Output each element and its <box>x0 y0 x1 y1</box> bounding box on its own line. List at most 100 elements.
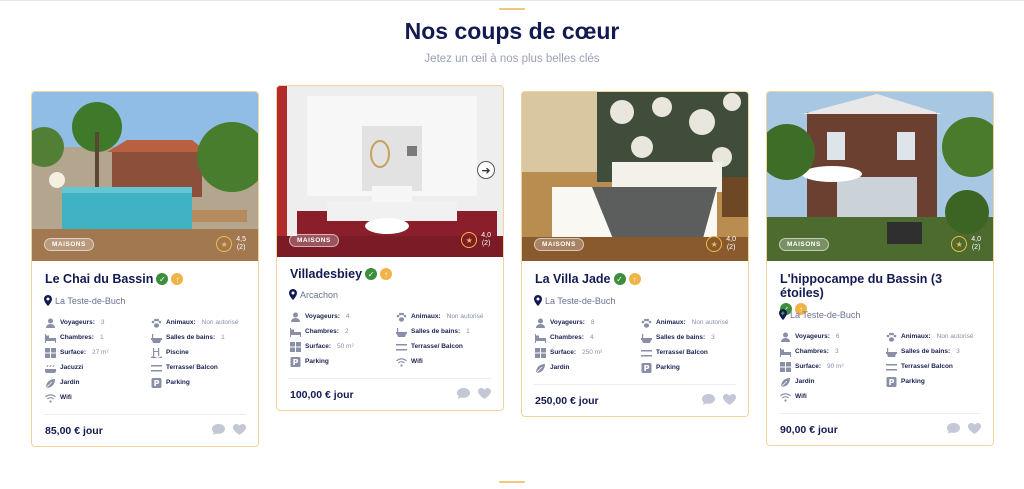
property-title[interactable]: Villadesbiey <box>290 267 362 281</box>
feature-value: 4 <box>589 334 594 341</box>
feature-label: Voyageurs: <box>795 333 830 340</box>
feature-label: Parking <box>305 358 329 365</box>
property-photo[interactable]: MAISONS ★ 4,0 (2) <box>522 92 748 261</box>
property-card[interactable]: MAISONS ★ 4,0 (2) La Villa Jade ✓ ↑ La Te… <box>521 91 749 417</box>
verified-check-icon: ✓ <box>156 273 169 285</box>
feature-value: 50 m² <box>337 343 354 350</box>
location-text: La Teste-de-Buch <box>545 295 616 306</box>
heart-icon[interactable] <box>478 388 491 399</box>
feature-value: 1 <box>466 328 470 335</box>
feature-label: Wifi <box>795 393 807 400</box>
comment-icon[interactable] <box>702 394 715 405</box>
feature-label: Jacuzzi <box>60 364 84 371</box>
feature-value: Non autorisé <box>691 319 729 326</box>
category-badge: MAISONS <box>44 238 94 251</box>
feature-label: Piscine <box>166 349 189 356</box>
paw-icon <box>396 312 407 322</box>
comment-icon[interactable] <box>457 388 470 399</box>
feature-value: 1 <box>221 334 225 341</box>
person-icon <box>46 318 55 328</box>
paw-icon <box>886 332 897 342</box>
bed-icon <box>290 327 301 337</box>
features-list: Voyageurs: 4 Animaux: Non autorisé Chambres:… <box>290 310 490 368</box>
star-icon: ★ <box>216 236 233 252</box>
review-count: (2) <box>726 244 736 251</box>
bed-icon <box>45 333 56 343</box>
feature-value: 1 <box>99 334 104 341</box>
location-pin-icon <box>44 295 52 306</box>
heart-icon[interactable] <box>233 424 246 435</box>
feature-item: Surface: 50 m² <box>290 340 396 353</box>
comment-icon[interactable] <box>212 424 225 435</box>
feature-value: Non autorisé <box>201 319 239 326</box>
surface-icon <box>45 347 56 358</box>
feature-value: 8 <box>590 319 595 326</box>
feature-item: P Parking <box>641 361 735 374</box>
feature-item: Chambres: 3 <box>780 345 886 358</box>
property-title[interactable]: L'hippocampe du Bassin (3 étoiles) <box>780 272 985 300</box>
feature-label: Chambres: <box>795 348 829 355</box>
property-card[interactable]: MAISONS ★ 4,5 (2) Le Chai du Bassin ✓ ↑ L… <box>31 91 259 447</box>
property-photo[interactable]: MAISONS ★ 4,5 (2) <box>32 92 258 261</box>
location-pin-icon <box>534 295 542 306</box>
feature-label: Chambres: <box>60 334 94 341</box>
feature-item: Wifi <box>45 391 151 404</box>
jacuzzi-icon <box>45 364 56 373</box>
heart-icon[interactable] <box>968 423 981 434</box>
feature-item: Salles de bains: 1 <box>396 325 490 338</box>
parking-icon: P <box>886 376 897 387</box>
feature-item: Salles de bains: 3 <box>641 331 735 344</box>
parking-icon: P <box>641 362 652 373</box>
card-divider <box>534 384 736 385</box>
feature-item: Wifi <box>396 355 490 368</box>
comment-icon[interactable] <box>947 423 960 434</box>
feature-value: 3 <box>711 334 715 341</box>
person-icon <box>781 332 790 342</box>
feature-label: Terrasse/ Balcon <box>166 364 218 371</box>
feature-label: Surface: <box>550 349 577 356</box>
feature-label: Surface: <box>305 343 332 350</box>
rating-value: 4,5 <box>236 236 246 243</box>
pool-icon <box>151 347 162 358</box>
property-card[interactable]: ➜ MAISONS ★ 4,0 (2) Villadesbiey ✓ ↑ Arca… <box>276 85 504 411</box>
feature-item: Chambres: 4 <box>535 331 641 344</box>
star-icon: ★ <box>951 236 968 252</box>
next-photo-button[interactable]: ➜ <box>477 161 495 179</box>
feature-value: 27 m² <box>92 349 109 356</box>
price: 100,00 € jour <box>290 389 354 401</box>
category-badge: MAISONS <box>289 234 339 247</box>
feature-item: Voyageurs: 6 <box>780 330 886 343</box>
rating: ★ 4,0 (2) <box>461 232 491 248</box>
rating-value: 4,0 <box>971 236 981 243</box>
person-icon <box>291 312 300 322</box>
feature-value: 2 <box>344 328 349 335</box>
property-photo[interactable]: MAISONS ★ 4,0 (2) <box>767 92 993 261</box>
bed-icon <box>780 347 791 357</box>
leaf-icon <box>535 363 545 373</box>
feature-item: Voyageurs: 4 <box>290 310 396 323</box>
feature-value: 3 <box>100 319 105 326</box>
svg-text:P: P <box>293 358 299 367</box>
feature-value: 3 <box>834 348 839 355</box>
feature-label: Wifi <box>60 394 72 401</box>
feature-label: Salles de bains: <box>411 328 461 335</box>
feature-label: Animaux: <box>901 333 931 340</box>
property-photo[interactable]: ➜ MAISONS ★ 4,0 (2) <box>277 86 503 257</box>
card-divider <box>44 414 246 415</box>
feature-item: Animaux: Non autorisé <box>886 330 980 343</box>
terrace-icon <box>641 349 652 356</box>
leaf-icon <box>45 378 55 388</box>
feature-label: Jardin <box>795 378 815 385</box>
section-subtitle: Jetez un œil à nos plus belles clés <box>424 53 600 65</box>
property-title[interactable]: Le Chai du Bassin <box>45 272 153 286</box>
person-icon <box>536 318 545 328</box>
feature-value: 90 m² <box>827 363 844 370</box>
top-divider <box>0 0 1024 1</box>
heart-icon[interactable] <box>723 394 736 405</box>
feature-label: Animaux: <box>656 319 686 326</box>
features-list: Voyageurs: 3 Animaux: Non autorisé Chambres:… <box>45 316 245 404</box>
boost-arrow-icon: ↑ <box>628 273 641 285</box>
property-title[interactable]: La Villa Jade <box>535 272 611 286</box>
property-card[interactable]: MAISONS ★ 4,0 (2) L'hippocampe du Bassin … <box>766 91 994 446</box>
feature-item: Terrasse/ Balcon <box>151 361 245 374</box>
